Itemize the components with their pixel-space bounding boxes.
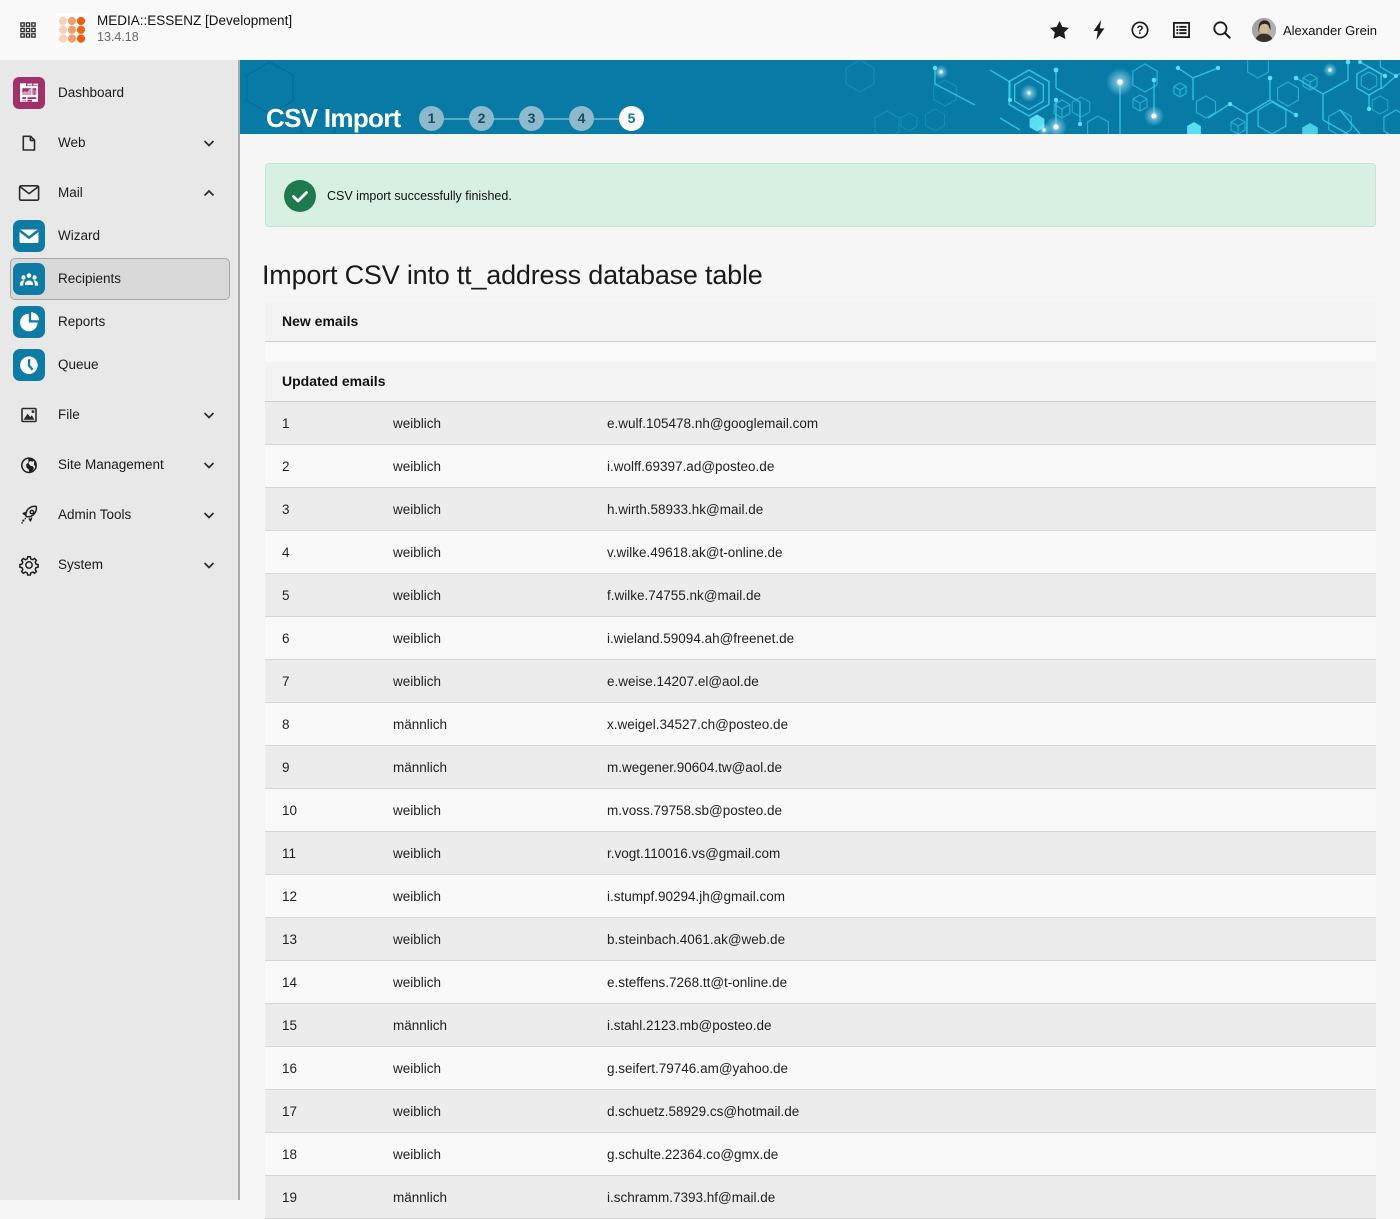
svg-text:?: ? bbox=[1136, 25, 1143, 37]
